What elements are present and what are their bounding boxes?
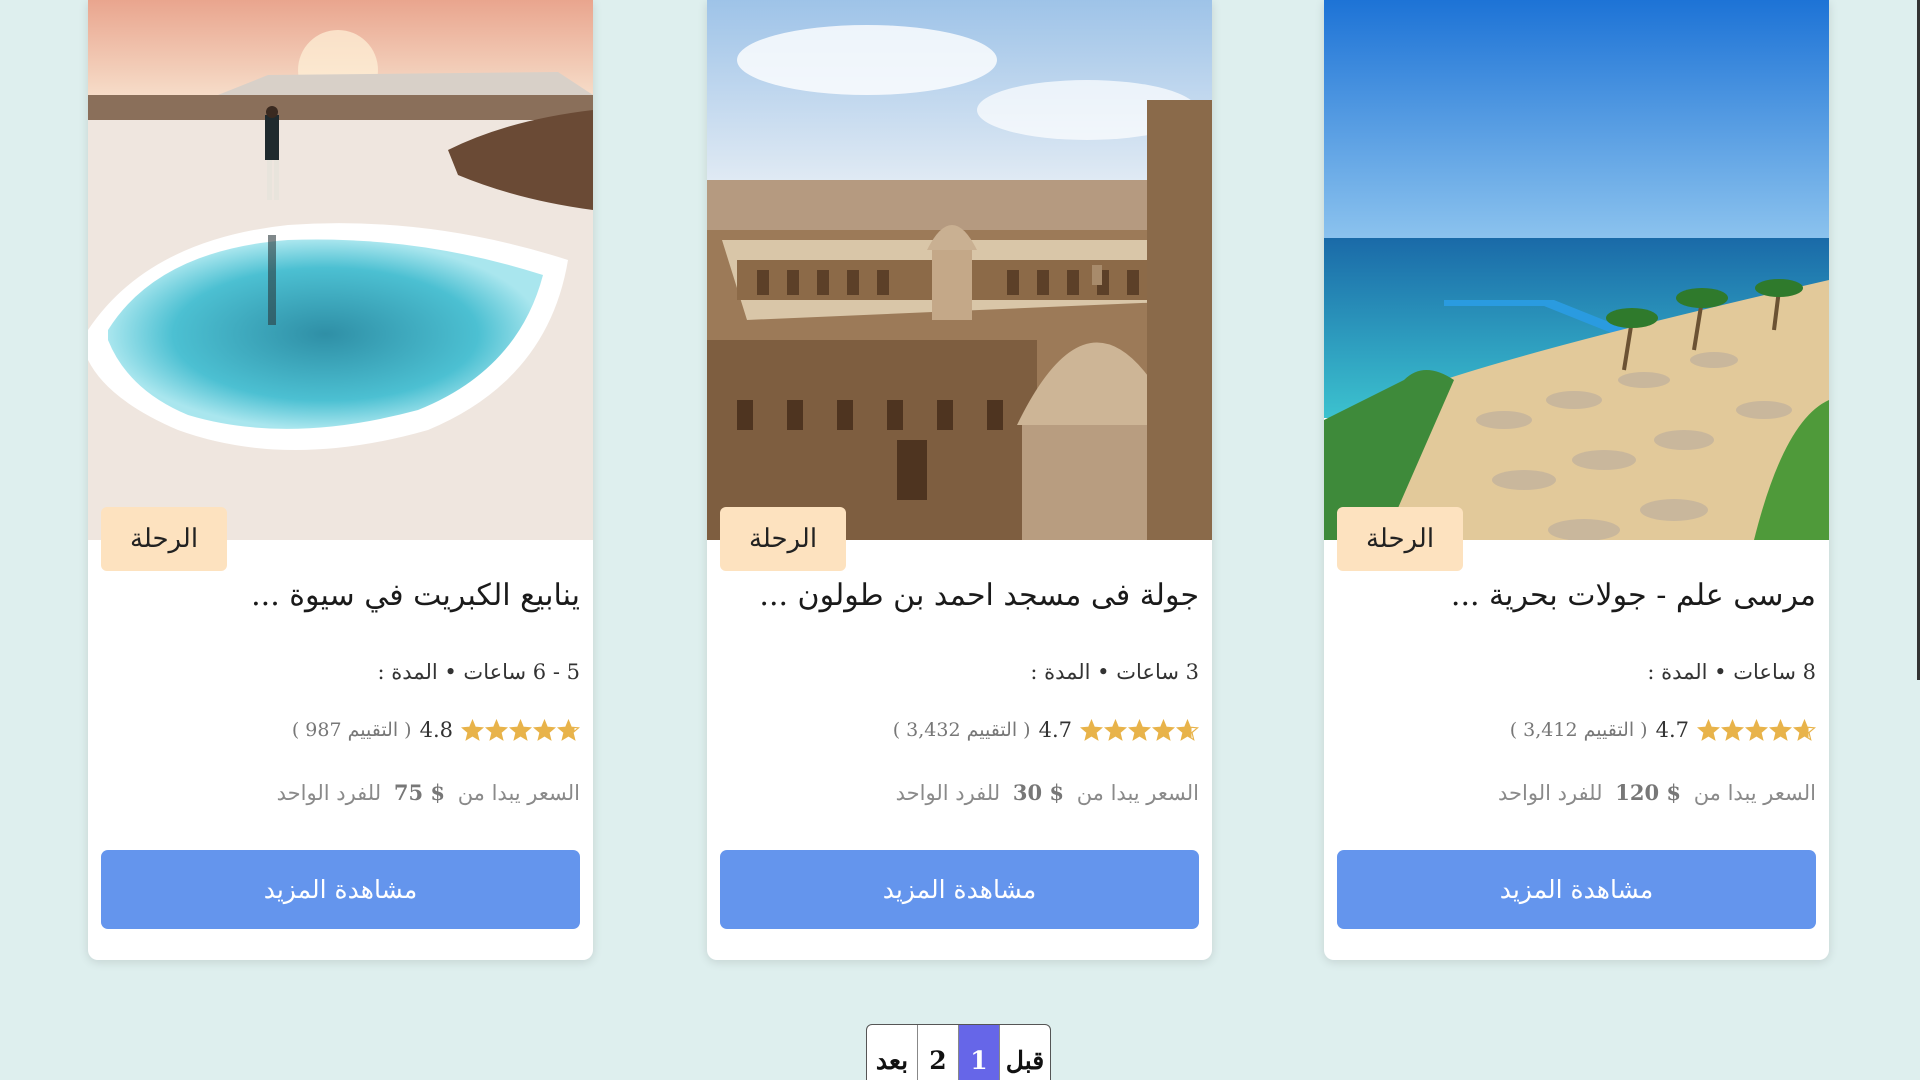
price-suffix: للفرد الواحد (1498, 781, 1603, 805)
view-more-button[interactable]: مشاهدة المزيد (720, 850, 1199, 929)
star-rating (1697, 718, 1816, 742)
star-rating (461, 718, 580, 742)
tour-price: السعر يبدا من $ 120 للفرد الواحد (1498, 780, 1816, 805)
price-suffix: للفرد الواحد (895, 781, 1001, 805)
star-icon (509, 718, 532, 741)
star-icon (1697, 718, 1720, 741)
star-icon (485, 718, 508, 741)
tour-card-ibn-tulun: الرحلة جولة فى مسجد احمد بن طولون ... 3 … (707, 0, 1212, 960)
tour-image-siwa[interactable] (88, 0, 593, 540)
price-prefix: السعر يبدا من (1076, 781, 1199, 805)
tour-duration: 5 - 6 ساعات • المدة : (377, 660, 580, 684)
star-icon (1769, 718, 1792, 741)
price-prefix: السعر يبدا من (1693, 781, 1816, 805)
star-icon (1793, 718, 1816, 741)
trip-badge: الرحلة (101, 507, 227, 571)
tour-rating: 4.8 ( التقييم 987 ) (292, 718, 580, 742)
rating-score: 4.7 (1038, 718, 1072, 742)
star-icon (1080, 718, 1103, 741)
star-icon (557, 718, 580, 741)
rating-count: ( التقييم 3,432 ) (892, 719, 1031, 741)
pagination-page-2[interactable]: 2 (917, 1025, 958, 1080)
pagination-page-1[interactable]: 1 (958, 1025, 999, 1080)
trip-badge: الرحلة (720, 507, 846, 571)
star-icon (1128, 718, 1151, 741)
star-rating (1080, 718, 1199, 742)
pagination-next[interactable]: بعد (867, 1025, 917, 1080)
rating-score: 4.7 (1655, 718, 1689, 742)
pagination-prev[interactable]: قبل (999, 1025, 1050, 1080)
star-icon (1152, 718, 1175, 741)
star-icon (533, 718, 556, 741)
tour-duration: 8 ساعات • المدة : (1647, 660, 1816, 684)
rating-count: ( التقييم 3,412 ) (1509, 719, 1648, 741)
tour-rating: 4.7 ( التقييم 3,412 ) (1510, 718, 1816, 742)
price-prefix: السعر يبدا من (457, 781, 580, 805)
star-icon (1745, 718, 1768, 741)
pagination: بعد 2 1 قبل (866, 1024, 1051, 1080)
rating-count: ( التقييم 987 ) (291, 719, 412, 741)
tour-title[interactable]: مرسى علم - جولات بحرية ... (1451, 578, 1816, 613)
tour-duration: 3 ساعات • المدة : (1030, 660, 1199, 684)
tour-image-marsa-alam[interactable] (1324, 0, 1829, 540)
star-icon (1721, 718, 1744, 741)
star-icon (461, 718, 484, 741)
price-suffix: للفرد الواحد (276, 781, 382, 805)
view-more-button[interactable]: مشاهدة المزيد (101, 850, 580, 929)
tour-card-marsa-alam: الرحلة مرسى علم - جولات بحرية ... 8 ساعا… (1324, 0, 1829, 960)
tour-card-siwa: الرحلة ينابيع الكبريت في سيوة ... 5 - 6 … (88, 0, 593, 960)
tour-price: السعر يبدا من $ 30 للفرد الواحد (896, 780, 1199, 805)
rating-score: 4.8 (419, 718, 453, 742)
trip-badge: الرحلة (1337, 507, 1463, 571)
star-icon (1104, 718, 1127, 741)
tour-rating: 4.7 ( التقييم 3,432 ) (893, 718, 1199, 742)
view-more-button[interactable]: مشاهدة المزيد (1337, 850, 1816, 929)
tours-page: الرحلة ينابيع الكبريت في سيوة ... 5 - 6 … (0, 0, 1920, 1080)
tour-price: السعر يبدا من $ 75 للفرد الواحد (277, 780, 580, 805)
price-amount: $ 120 (1615, 780, 1681, 805)
price-amount: $ 30 (1012, 780, 1064, 805)
tour-title[interactable]: جولة فى مسجد احمد بن طولون ... (759, 578, 1199, 613)
star-icon (1176, 718, 1199, 741)
tour-image-ibn-tulun[interactable] (707, 0, 1212, 540)
tour-title[interactable]: ينابيع الكبريت في سيوة ... (251, 578, 580, 613)
price-amount: $ 75 (393, 780, 445, 805)
